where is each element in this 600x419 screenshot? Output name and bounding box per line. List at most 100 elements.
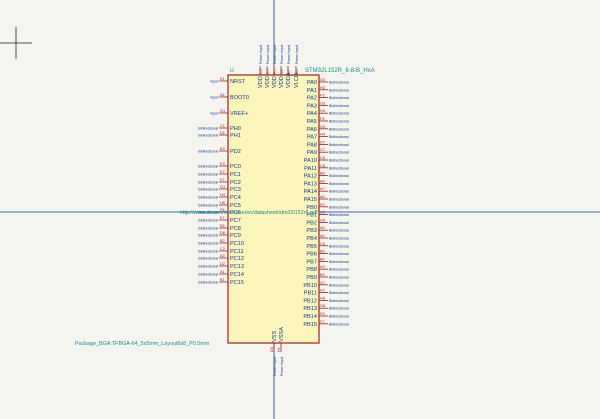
pin-name-label: PB15 (303, 322, 317, 328)
pin-electrical-type: Input (210, 112, 218, 116)
pin-number: D8 (220, 231, 225, 235)
pin-name-label: PC3 (230, 187, 241, 193)
pin-name-label: PB3 (306, 228, 317, 234)
pin-electrical-type: Bidirectional (329, 315, 349, 319)
pin-name-label: VDD (272, 76, 278, 88)
pin-number: D1 (220, 131, 225, 135)
pin-electrical-type: Bidirectional (329, 237, 349, 241)
pin-electrical-type: Power Input (280, 45, 284, 64)
pin-name-label: PA13 (304, 181, 317, 187)
pin-number: H7 (320, 289, 325, 293)
pin-electrical-type: Bidirectional (198, 188, 218, 192)
pin-electrical-type: Bidirectional (329, 104, 349, 108)
pin-name-label: PA9 (307, 150, 317, 156)
pin-number: E3 (220, 162, 225, 166)
pin-number: H1 (277, 347, 281, 352)
pin-electrical-type: Bidirectional (329, 112, 349, 116)
reference-designator[interactable]: U (230, 68, 234, 74)
pin-name-label: PC9 (230, 233, 241, 239)
pin-number: D5 (270, 347, 274, 352)
pin-electrical-type: Bidirectional (198, 204, 218, 208)
pin-name-label: PB13 (303, 306, 317, 312)
pin-number: A3 (320, 265, 325, 269)
pin-number: G8 (320, 304, 325, 308)
pin-number: G3 (320, 78, 325, 82)
pin-number: E5 (266, 69, 270, 74)
pin-name-label: PA4 (307, 111, 317, 117)
pin-name-label: PA7 (307, 135, 317, 141)
pin-electrical-type: Power Input (273, 357, 277, 376)
pin-electrical-type: Bidirectional (198, 281, 218, 285)
pin-electrical-type: Bidirectional (198, 250, 218, 254)
pin-name-label: PA8 (307, 142, 317, 148)
pin-name-label: PH1 (230, 133, 241, 139)
pin-name-label: VSS (272, 331, 278, 342)
pin-name-label: PC11 (230, 249, 244, 255)
pin-number: D4 (259, 69, 263, 74)
pin-name-label: PC15 (230, 280, 244, 286)
pin-electrical-type: Bidirectional (329, 96, 349, 100)
pin-electrical-type: Power Input (280, 357, 284, 376)
pin-name-label: PB12 (303, 298, 317, 304)
pin-number: G6 (320, 218, 325, 222)
pin-number: F5 (273, 70, 277, 74)
pin-number: F7 (320, 320, 324, 324)
datasheet-field[interactable]: http://www.st.com/resource/en/datasheet/… (180, 210, 318, 216)
pin-electrical-type: Bidirectional (198, 165, 218, 169)
pin-electrical-type: Bidirectional (329, 299, 349, 303)
pin-electrical-type: Bidirectional (329, 127, 349, 131)
pin-electrical-type: Bidirectional (198, 150, 218, 154)
symbol-value[interactable]: STM32L152R_6-8-B_HxA (305, 68, 375, 74)
pin-name-label: PB10 (303, 283, 317, 289)
pin-number: F3 (320, 94, 324, 98)
pin-number: E8 (220, 224, 225, 228)
pin-number: H8 (320, 296, 325, 300)
pin-electrical-type: Bidirectional (329, 322, 349, 326)
pin-number: A4 (220, 93, 225, 97)
pin-electrical-type: Bidirectional (329, 88, 349, 92)
pin-number: D7 (320, 140, 325, 144)
pin-name-label: VDD (265, 76, 271, 88)
pin-electrical-type: Bidirectional (198, 273, 218, 277)
pin-electrical-type: Bidirectional (198, 219, 218, 223)
pin-name-label: PA5 (307, 119, 317, 125)
pin-number: G1 (220, 185, 225, 189)
pin-name-label: PA12 (304, 174, 317, 180)
pin-number: G3 (320, 101, 325, 105)
pin-electrical-type: Bidirectional (198, 181, 218, 185)
pin-number: B5 (320, 250, 325, 254)
pin-number: A3 (220, 254, 225, 258)
pin-number: F2 (220, 178, 224, 182)
pin-electrical-type: Bidirectional (198, 242, 218, 246)
pin-name-label: PB14 (303, 314, 317, 320)
pin-number: G1 (220, 109, 225, 113)
pin-number: A1 (220, 270, 225, 274)
pin-electrical-type: Bidirectional (329, 244, 349, 248)
pin-number: E7 (220, 216, 225, 220)
pin-electrical-type: Bidirectional (198, 265, 218, 269)
pin-number: H4 (220, 193, 225, 197)
pin-name-label: VLCD (294, 73, 300, 88)
pin-electrical-type: Bidirectional (198, 173, 218, 177)
pin-number: A4 (320, 234, 325, 238)
pin-number: C8 (320, 164, 325, 168)
pin-name-label: PH0 (230, 126, 241, 132)
pin-electrical-type: Power Input (273, 45, 277, 64)
pin-name-label: PA3 (307, 103, 317, 109)
pin-name-label: PB4 (306, 236, 317, 242)
pin-electrical-type: Bidirectional (329, 307, 349, 311)
pin-number: A8 (320, 179, 325, 183)
pin-name-label: PC10 (230, 241, 244, 247)
pin-name-label: PB11 (304, 291, 317, 297)
pin-electrical-type: Power Input (259, 45, 263, 64)
pin-number: A7 (320, 187, 325, 191)
pin-electrical-type: Bidirectional (329, 182, 349, 186)
pin-name-label: VREF+ (230, 111, 248, 117)
pin-name-label: PB8 (306, 267, 317, 273)
pin-electrical-type: Bidirectional (329, 291, 349, 295)
footprint-field[interactable]: Package_BGA:TFBGA-64_5x5mm_Layout8x8_P0.… (75, 341, 210, 347)
pin-number: B8 (320, 172, 325, 176)
pin-number: G7 (320, 281, 325, 285)
pin-electrical-type: Bidirectional (329, 205, 349, 209)
pin-number: G4 (320, 125, 325, 129)
